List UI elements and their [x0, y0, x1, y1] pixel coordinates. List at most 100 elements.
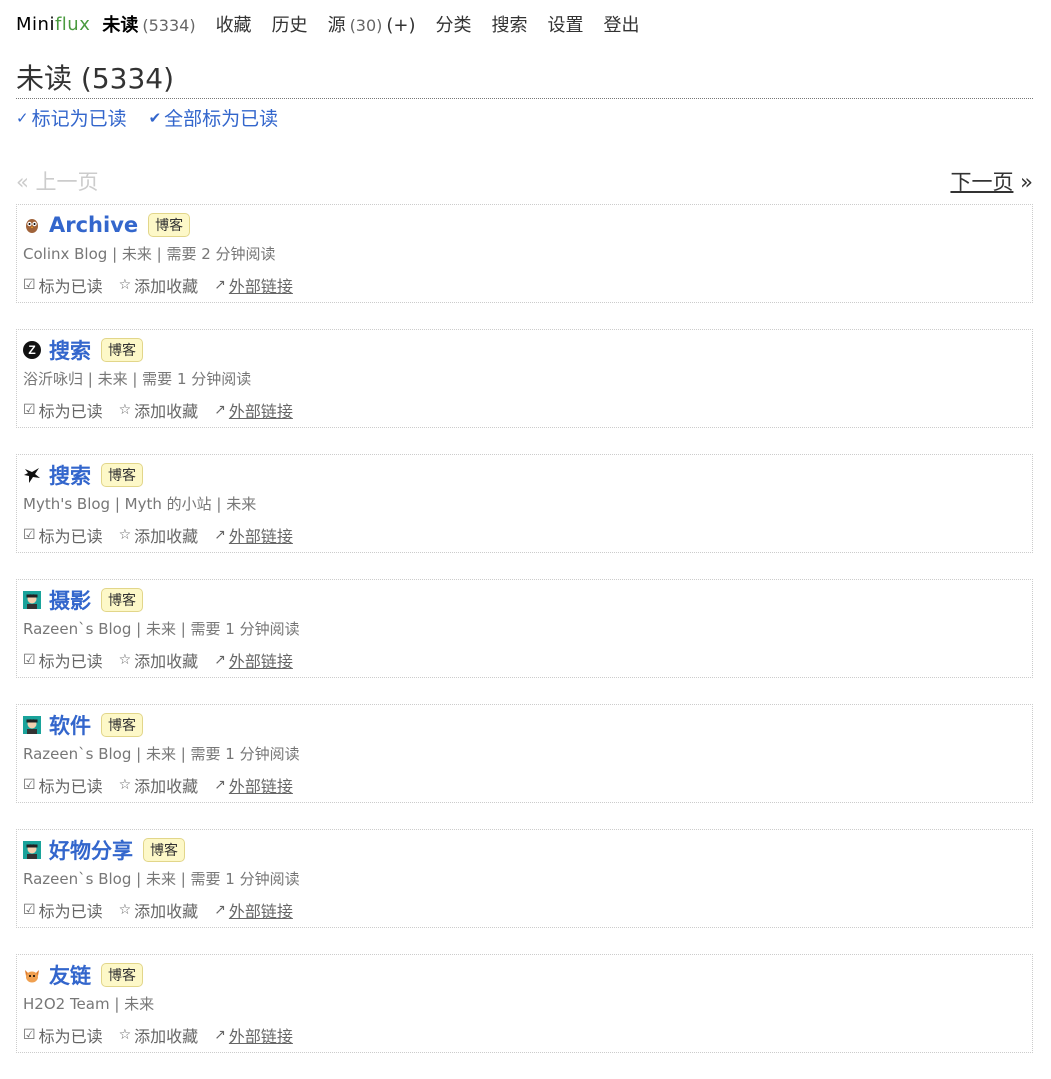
star-label: 添加收藏 — [134, 402, 199, 421]
category-badge[interactable]: 博客 — [148, 213, 191, 237]
entry-title-link[interactable]: 软件 — [49, 710, 91, 740]
dragon-favicon-icon — [23, 466, 41, 484]
external-link-button[interactable]: ↗ 外部链接 — [214, 273, 293, 297]
star-label: 添加收藏 — [134, 902, 199, 921]
category-badge[interactable]: 博客 — [143, 838, 185, 862]
entry-meta: 浴沂咏归 | 未来 | 需要 1 分钟阅读 — [23, 370, 252, 388]
category-badge[interactable]: 博客 — [101, 463, 143, 487]
nav-categories[interactable]: 分类 — [436, 11, 472, 37]
logo[interactable]: Miniflux — [16, 14, 90, 35]
nav-add-feed[interactable]: (+) — [386, 15, 415, 36]
nav-search[interactable]: 搜索 — [492, 11, 528, 37]
mark-read-button[interactable]: ☑ 标为已读 — [23, 648, 103, 672]
nav-feeds[interactable]: 源 (30) (+) — [328, 11, 416, 37]
avatar-favicon-icon — [23, 716, 41, 734]
main-nav: 未读 (5334) 收藏 历史 源 (30) (+) 分类 搜索 设置 登出 — [102, 11, 659, 37]
entry-title-row: 摄影 博客 — [23, 586, 1026, 614]
mark-page-read-label: 标记为已读 — [31, 108, 127, 130]
category-badge[interactable]: 博客 — [101, 713, 143, 737]
nav-starred[interactable]: 收藏 — [216, 11, 252, 37]
mark-read-button[interactable]: ☑ 标为已读 — [23, 773, 103, 797]
entry-item: 友链 博客 H2O2 Team | 未来 ☑ 标为已读 ☆ 添加收藏 ↗ 外部链接 — [16, 954, 1033, 1053]
external-link-label: 外部链接 — [228, 277, 293, 296]
entry-item: 好物分享 博客 Razeen`s Blog | 未来 | 需要 1 分钟阅读 ☑ 标为已… — [16, 829, 1033, 928]
entry-title-row: 好物分享 博客 — [23, 836, 1026, 864]
circle-check-icon: ☑ — [23, 652, 36, 668]
entry-actions: ☑ 标为已读 ☆ 添加收藏 ↗ 外部链接 — [23, 898, 1026, 922]
external-link-button[interactable]: ↗ 外部链接 — [214, 1023, 293, 1047]
star-label: 添加收藏 — [134, 277, 199, 296]
star-icon: ☆ — [118, 1027, 132, 1043]
nav-logout[interactable]: 登出 — [604, 11, 640, 37]
mark-all-read-button[interactable]: ✔ 全部标为已读 — [149, 104, 279, 131]
nav-unread[interactable]: 未读 (5334) — [102, 11, 195, 37]
entry-actions: ☑ 标为已读 ☆ 添加收藏 ↗ 外部链接 — [23, 273, 1026, 297]
entry-title-row: 软件 博客 — [23, 711, 1026, 739]
category-badge[interactable]: 博客 — [101, 588, 143, 612]
entry-title-link[interactable]: 摄影 — [49, 585, 91, 615]
nav-history[interactable]: 历史 — [272, 11, 308, 37]
pagination-top: « 上一页 下一页 » — [16, 166, 1033, 196]
external-link-icon: ↗ — [214, 402, 226, 418]
nav-settings[interactable]: 设置 — [548, 11, 584, 37]
mark-read-label: 标为已读 — [38, 902, 103, 921]
mark-read-label: 标为已读 — [38, 1027, 103, 1046]
star-button[interactable]: ☆ 添加收藏 — [119, 648, 199, 672]
entry-title-row: 搜索 博客 — [23, 461, 1026, 489]
entry-meta: Colinx Blog | 未来 | 需要 2 分钟阅读 — [23, 245, 276, 263]
star-button[interactable]: ☆ 添加收藏 — [119, 1023, 199, 1047]
mark-read-label: 标为已读 — [38, 777, 103, 796]
entry-actions: ☑ 标为已读 ☆ 添加收藏 ↗ 外部链接 — [23, 1023, 1026, 1047]
entry-title-row: 友链 博客 — [23, 961, 1026, 989]
star-button[interactable]: ☆ 添加收藏 — [119, 398, 199, 422]
external-link-button[interactable]: ↗ 外部链接 — [214, 398, 293, 422]
external-link-icon: ↗ — [214, 277, 226, 293]
star-button[interactable]: ☆ 添加收藏 — [119, 273, 199, 297]
star-button[interactable]: ☆ 添加收藏 — [119, 898, 199, 922]
entry-meta: Myth's Blog | Myth 的小站 | 未来 — [23, 495, 257, 513]
prev-page-link: « 上一页 — [16, 170, 99, 194]
mark-read-button[interactable]: ☑ 标为已读 — [23, 1023, 103, 1047]
mark-page-read-button[interactable]: ✓ 标记为已读 — [16, 104, 127, 131]
logo-text: Mini — [16, 13, 55, 35]
external-link-button[interactable]: ↗ 外部链接 — [214, 773, 293, 797]
external-link-button[interactable]: ↗ 外部链接 — [214, 523, 293, 547]
z-favicon-icon: Z — [23, 341, 41, 359]
circle-check-icon: ☑ — [23, 1027, 36, 1043]
entry-title-link[interactable]: 好物分享 — [49, 835, 133, 865]
mark-read-button[interactable]: ☑ 标为已读 — [23, 523, 103, 547]
page-actions: ✓ 标记为已读 ✔ 全部标为已读 — [16, 104, 300, 131]
star-label: 添加收藏 — [134, 1027, 199, 1046]
entry-meta: Razeen`s Blog | 未来 | 需要 1 分钟阅读 — [23, 870, 300, 888]
star-button[interactable]: ☆ 添加收藏 — [119, 523, 199, 547]
external-link-label: 外部链接 — [228, 402, 293, 421]
external-link-icon: ↗ — [214, 652, 226, 668]
mark-read-button[interactable]: ☑ 标为已读 — [23, 273, 103, 297]
mark-read-label: 标为已读 — [38, 652, 103, 671]
page-header: 未读 (5334) — [16, 60, 1033, 99]
entry-actions: ☑ 标为已读 ☆ 添加收藏 ↗ 外部链接 — [23, 398, 1026, 422]
external-link-button[interactable]: ↗ 外部链接 — [214, 648, 293, 672]
next-arrow: » — [1020, 170, 1033, 194]
entry-title-link[interactable]: 友链 — [49, 960, 91, 990]
external-link-label: 外部链接 — [228, 777, 293, 796]
entry-title-link[interactable]: 搜索 — [49, 460, 91, 490]
mark-read-button[interactable]: ☑ 标为已读 — [23, 398, 103, 422]
mark-read-button[interactable]: ☑ 标为已读 — [23, 898, 103, 922]
star-label: 添加收藏 — [134, 652, 199, 671]
category-badge[interactable]: 博客 — [101, 963, 143, 987]
entry-title-row: Z 搜索 博客 — [23, 336, 1026, 364]
external-link-icon: ↗ — [214, 777, 226, 793]
mark-read-label: 标为已读 — [38, 402, 103, 421]
nav-unread-count: (5334) — [142, 16, 196, 35]
cat-favicon-icon — [23, 966, 41, 984]
category-badge[interactable]: 博客 — [101, 338, 143, 362]
owl-favicon-icon — [23, 216, 41, 234]
external-link-label: 外部链接 — [228, 527, 293, 546]
next-page-wrap: 下一页 » — [950, 166, 1033, 196]
star-button[interactable]: ☆ 添加收藏 — [119, 773, 199, 797]
entry-title-link[interactable]: 搜索 — [49, 335, 91, 365]
next-page-link[interactable]: 下一页 — [950, 170, 1013, 194]
external-link-button[interactable]: ↗ 外部链接 — [214, 898, 293, 922]
entry-title-link[interactable]: Archive — [49, 213, 138, 237]
